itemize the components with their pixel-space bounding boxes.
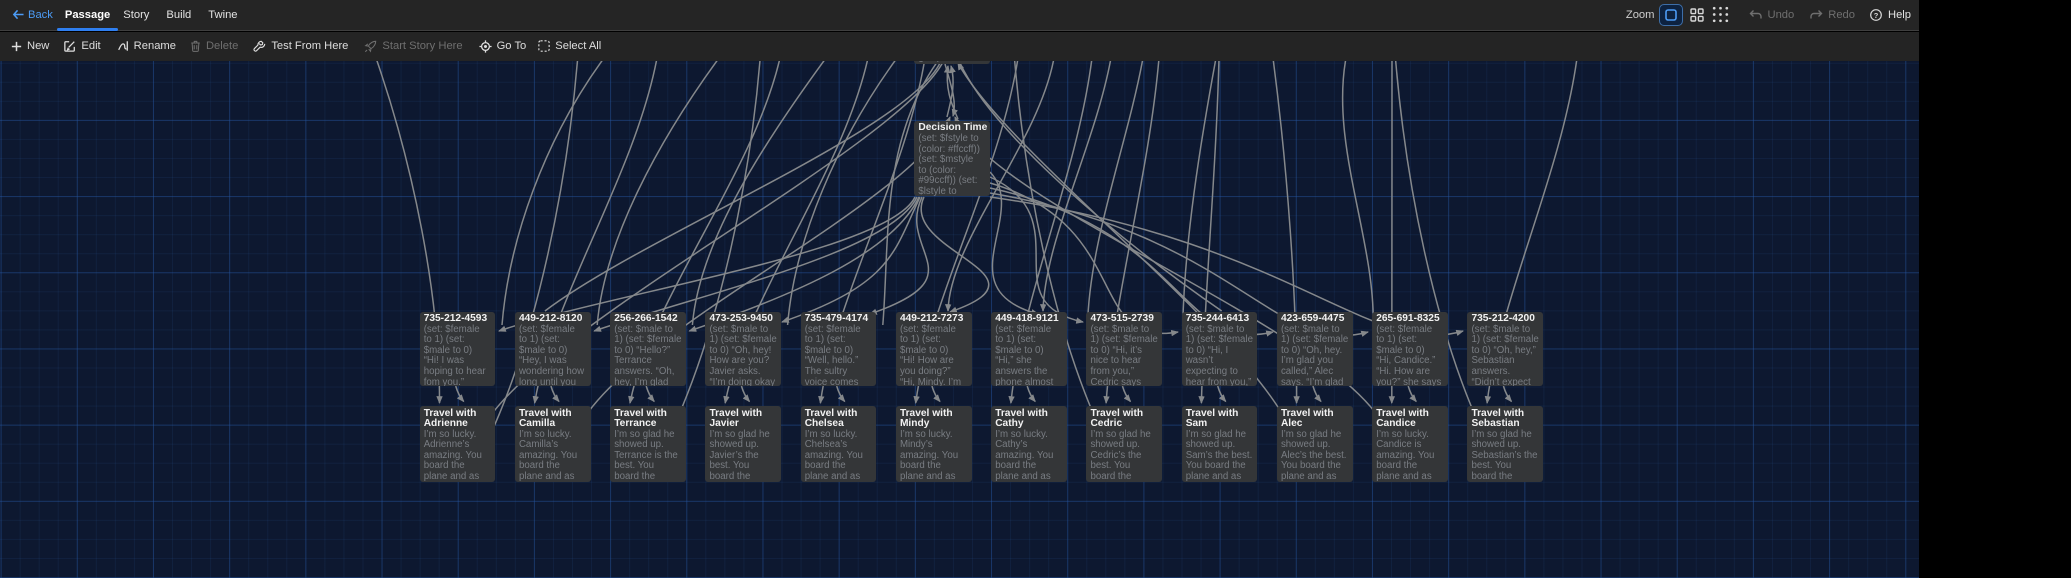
svg-text:?: ? xyxy=(1874,11,1879,20)
